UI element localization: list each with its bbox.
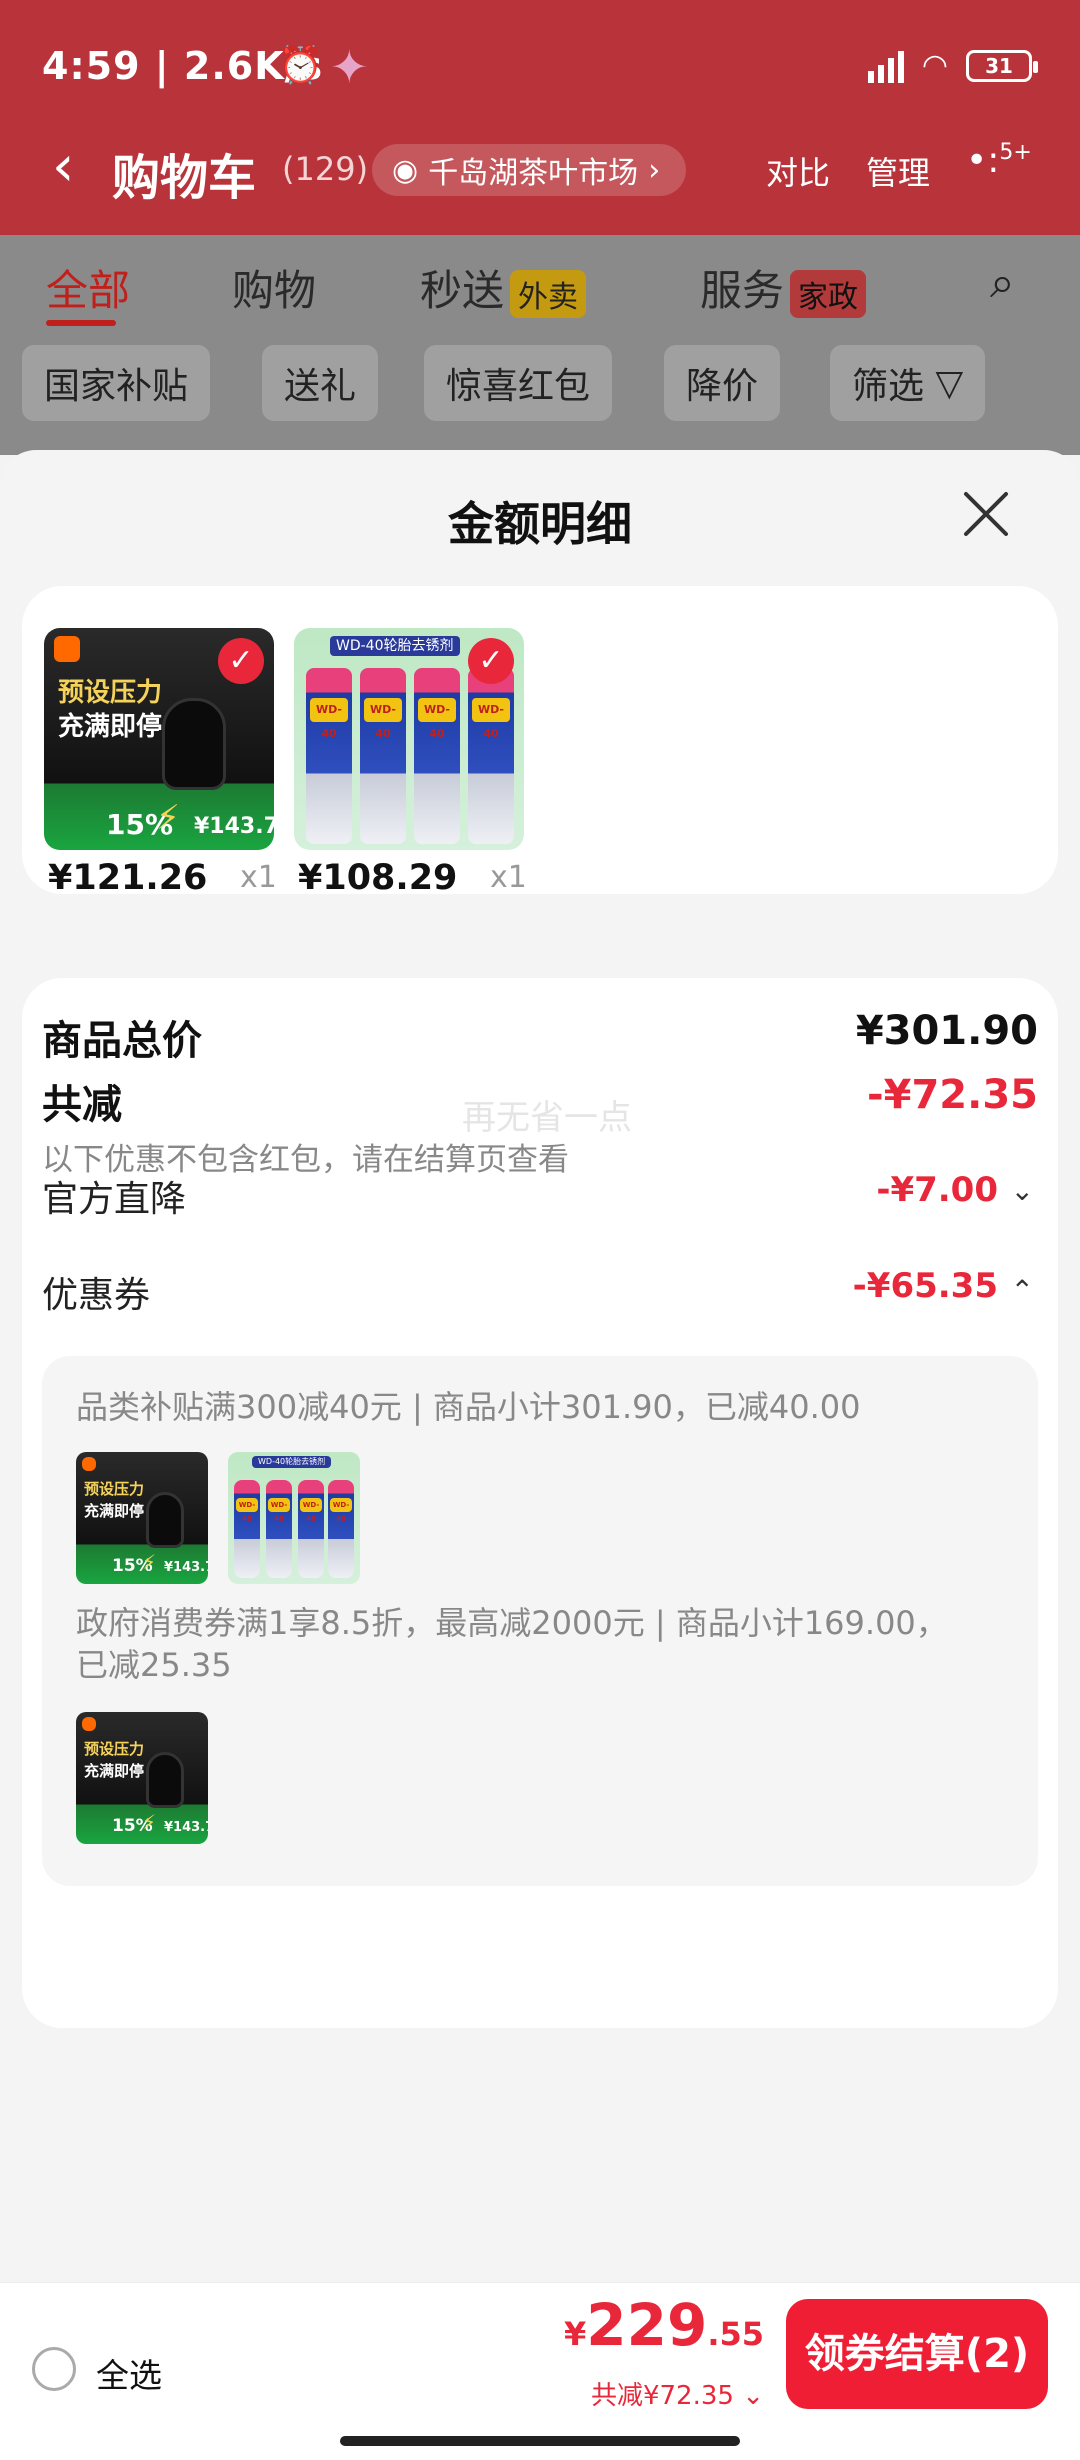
product-qty: x1 xyxy=(240,860,277,895)
home-indicator[interactable] xyxy=(340,2436,740,2446)
cart-count: (129) xyxy=(282,150,369,188)
official-discount-row[interactable]: 官方直降 -¥7.00 ⌄ xyxy=(42,1170,1038,1220)
coupon-detail-line: 品类补贴满300减40元 | 商品小计301.90，已减40.00 xyxy=(76,1388,861,1426)
reduce-label: 共减 xyxy=(42,1082,122,1128)
sheet-title: 金额明细 xyxy=(448,497,632,551)
checked-icon[interactable]: ✓ xyxy=(218,638,264,684)
tab-service-label: 服务 xyxy=(700,266,785,315)
coupon-label: 优惠券 xyxy=(42,1275,151,1316)
total-reduce-toggle[interactable]: 共减¥72.35 ⌄ xyxy=(591,2375,764,2412)
coupon-detail-box: 品类补贴满300减40元 | 商品小计301.90，已减40.00 预设压力 充… xyxy=(42,1356,1038,1886)
manage-button[interactable]: 管理 xyxy=(866,148,930,194)
select-all-label[interactable]: 全选 xyxy=(96,2349,162,2397)
chevron-down-icon: ⌄ xyxy=(742,2381,764,2411)
checkout-bar: 全选 ¥229.55 共减¥72.35 ⌄ 领券结算(2) xyxy=(0,2282,1080,2460)
amount-detail-sheet: 金额明细 预设压力 充满即停 15% ⚡ ¥143.7 ✓ ¥121.26 x1… xyxy=(0,450,1080,2460)
tab-all[interactable]: 全部 xyxy=(46,257,130,318)
spray-can: WD-40 xyxy=(414,668,460,844)
product-item[interactable]: WD-40轮胎去锈剂 WD-40 WD-40 WD-40 WD-40 ✓ ¥10… xyxy=(294,628,527,898)
final-price: ¥229.55 xyxy=(563,2291,764,2359)
checkout-button[interactable]: 领券结算(2) xyxy=(786,2299,1048,2409)
price-summary-card: 商品总价 ¥301.90 共减 -¥72.35 再无省一点 以下优惠不包含红包，… xyxy=(22,978,1058,2028)
product-qty: x1 xyxy=(490,860,527,895)
official-discount-label: 官方直降 xyxy=(42,1179,187,1220)
eye-icon: ◉ xyxy=(392,152,419,188)
spray-can: WD-40 xyxy=(306,668,352,844)
filter-icon: ▽ xyxy=(935,362,964,404)
chip-gift[interactable]: 送礼 xyxy=(262,345,379,421)
status-indicators: ◠ 31 xyxy=(867,48,1038,83)
close-icon[interactable] xyxy=(958,486,1014,542)
chevron-up-icon: ⌃ xyxy=(1010,1274,1034,1307)
product-art-text: ¥143.7 xyxy=(194,814,274,839)
battery-icon: 31 xyxy=(966,49,1038,82)
market-label: 千岛湖茶叶市场 xyxy=(428,156,639,191)
more-menu-icon[interactable]: •:5+ xyxy=(966,140,1032,181)
more-badge: 5+ xyxy=(999,140,1032,165)
coupon-detail-line: 政府消费券满1享8.5折，最高减2000元 | 商品小计169.00， xyxy=(76,1604,948,1642)
product-image-air-pump: 预设压力 充满即停 15% ⚡ ¥143.7 ✓ xyxy=(44,628,274,850)
search-icon[interactable]: ⌕ xyxy=(990,257,1015,308)
page-title: 购物车 xyxy=(112,150,257,206)
market-selector[interactable]: ◉ 千岛湖茶叶市场 › xyxy=(372,144,687,196)
sparkle-icon: ✦ xyxy=(330,40,369,94)
products-card: 预设压力 充满即停 15% ⚡ ¥143.7 ✓ ¥121.26 x1 WD-4… xyxy=(22,586,1058,898)
cart-nav-bar: ‹ 购物车 (129) ◉ 千岛湖茶叶市场 › 对比 管理 •:5+ xyxy=(0,130,1080,230)
air-pump-device xyxy=(162,698,226,790)
coupon-row[interactable]: 优惠券 -¥65.35 ⌃ xyxy=(42,1266,1038,1316)
cart-tabs-area: 全部 购物 秒送 外卖 服务 家政 ⌕ 国家补贴 送礼 惊喜红包 降价 筛选 ▽ xyxy=(0,235,1080,455)
spray-can: WD-40 xyxy=(360,668,406,844)
compare-button[interactable]: 对比 xyxy=(766,148,830,194)
chip-filter[interactable]: 筛选 ▽ xyxy=(830,345,986,421)
product-price: ¥108.29 xyxy=(298,858,458,898)
product-art-text: 充满即停 xyxy=(58,712,163,742)
official-discount-value: -¥7.00 xyxy=(876,1170,998,1210)
product-art-text: WD-40轮胎去锈剂 xyxy=(330,636,460,656)
brand-logo xyxy=(54,636,80,662)
product-image-wd40: WD-40轮胎去锈剂 WD-40 WD-40 WD-40 WD-40 ✓ xyxy=(294,628,524,850)
spray-can: WD-40 xyxy=(468,668,514,844)
checked-icon[interactable]: ✓ xyxy=(468,638,514,684)
signal-icon xyxy=(867,49,904,83)
reduce-value: -¥72.35 xyxy=(867,1072,1038,1118)
product-price: ¥121.26 xyxy=(48,858,208,898)
tab-service-badge: 家政 xyxy=(790,269,867,318)
coupon-detail-line: 已减25.35 xyxy=(76,1646,232,1684)
chevron-right-icon: › xyxy=(648,152,661,188)
tab-shopping[interactable]: 购物 xyxy=(232,257,316,318)
coupon-product-thumb: WD-40轮胎去锈剂 WD-40 WD-40 WD-40 WD-40 xyxy=(228,1452,360,1584)
product-art-text: 预设压力 xyxy=(58,678,163,708)
total-price-label: 商品总价 xyxy=(42,1018,202,1064)
alarm-icon: ⏰ xyxy=(278,45,323,86)
select-all-checkbox[interactable] xyxy=(32,2347,76,2391)
coupon-product-thumb: 预设压力 充满即停 15% ⚡ ¥143.7 xyxy=(76,1712,208,1844)
bolt-icon: ⚡ xyxy=(156,798,180,838)
tab-express[interactable]: 秒送 外卖 xyxy=(420,257,587,318)
tab-service[interactable]: 服务 家政 xyxy=(700,257,867,318)
tab-express-label: 秒送 xyxy=(420,266,505,315)
tab-express-badge: 外卖 xyxy=(510,269,587,318)
wifi-icon: ◠ xyxy=(921,48,948,83)
chevron-down-icon: ⌄ xyxy=(1010,1174,1034,1207)
back-icon[interactable]: ‹ xyxy=(52,134,74,199)
coupon-value: -¥65.35 xyxy=(852,1266,998,1306)
product-item[interactable]: 预设压力 充满即停 15% ⚡ ¥143.7 ✓ ¥121.26 x1 xyxy=(44,628,277,898)
chip-price-drop[interactable]: 降价 xyxy=(664,345,781,421)
status-bar: 4:59 | 2.6K/s ⏰ ✦ ◠ 31 xyxy=(0,0,1080,130)
chip-national-subsidy[interactable]: 国家补贴 xyxy=(22,345,211,421)
tab-underline xyxy=(46,320,116,326)
watermark-text: 再无省一点 xyxy=(462,1098,632,1138)
total-price-value: ¥301.90 xyxy=(855,1008,1038,1054)
chip-surprise-redpacket[interactable]: 惊喜红包 xyxy=(424,345,613,421)
coupon-product-thumb: 预设压力 充满即停 15% ⚡ ¥143.7 xyxy=(76,1452,208,1584)
